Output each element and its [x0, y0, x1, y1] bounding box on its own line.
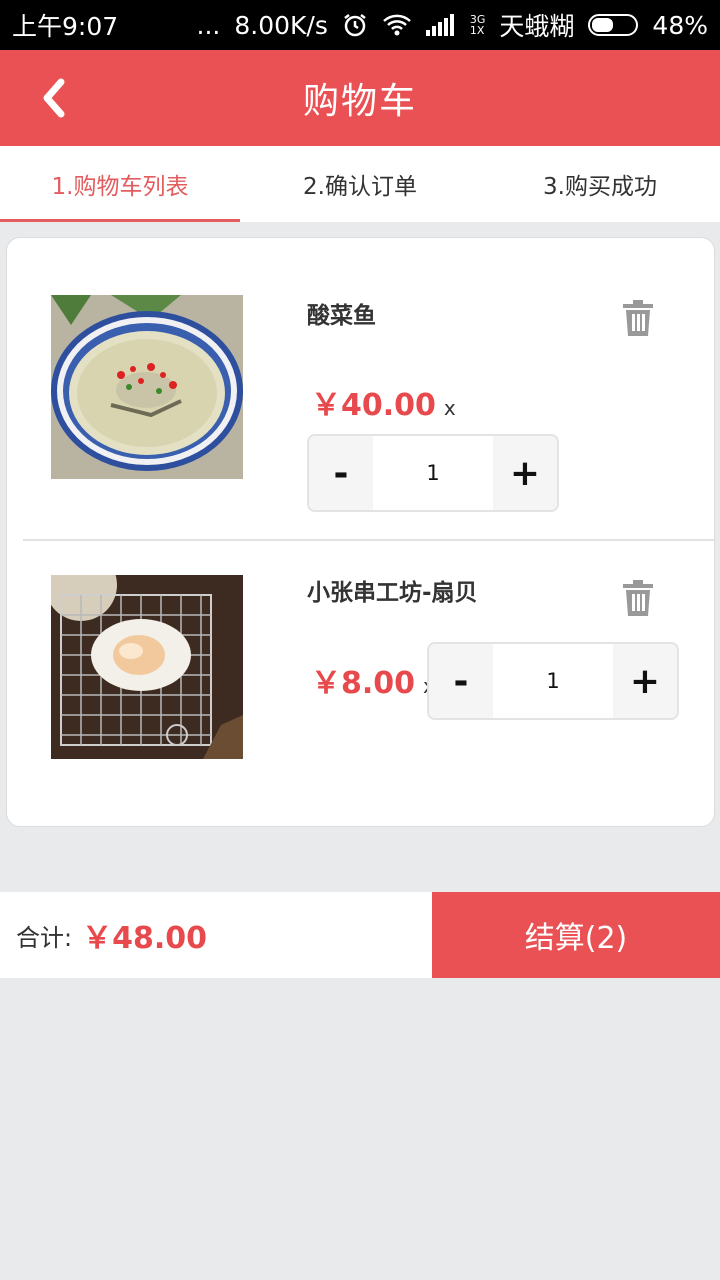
tab-confirm-order[interactable]: 2.确认订单 — [240, 146, 480, 222]
alarm-icon — [342, 12, 368, 38]
total-label: 合计: — [16, 923, 73, 952]
increment-button[interactable]: + — [493, 436, 557, 510]
product-image-pickled-fish[interactable] — [51, 295, 243, 479]
order-total: 合计: ￥48.00 — [0, 892, 432, 978]
increment-button[interactable]: + — [613, 644, 677, 718]
product-name: 小张串工坊-扇贝 — [307, 580, 478, 606]
checkout-button[interactable]: 结算(2) — [432, 892, 720, 978]
checkout-steps: 1.购物车列表 2.确认订单 3.购买成功 — [0, 146, 720, 222]
carrier-name: 天蛾糊 — [499, 12, 575, 41]
quantity-value[interactable]: 1 — [373, 436, 493, 510]
status-bar: 上午9:07 ... 8.00K/s 3G 1X 天蛾糊 48% — [0, 0, 720, 50]
product-price: ￥40.00 x — [311, 388, 456, 423]
quantity-value[interactable]: 1 — [493, 644, 613, 718]
tab-cart-list[interactable]: 1.购物车列表 — [0, 146, 240, 222]
trash-icon[interactable] — [621, 300, 655, 336]
back-button[interactable] — [26, 70, 82, 126]
page-title: 购物车 — [302, 81, 417, 122]
product-image-scallop[interactable] — [51, 575, 243, 759]
app-header: 购物车 — [0, 50, 720, 146]
status-icons: ... 8.00K/s 3G 1X 天蛾糊 48% — [197, 7, 708, 43]
cart-list: 酸菜鱼 ￥40.00 x - 1 + ￥8.00 - 1 + 小张串工坊-扇贝 — [6, 237, 715, 827]
decrement-button[interactable]: - — [309, 436, 373, 510]
quantity-stepper: - 1 + — [307, 434, 559, 512]
trash-icon[interactable] — [621, 580, 655, 616]
status-dots: ... — [196, 10, 221, 40]
network-type: 3G 1X — [469, 13, 486, 37]
product-name: 酸菜鱼 — [307, 303, 376, 329]
chevron-left-icon — [43, 78, 65, 118]
battery-percent: 48% — [652, 10, 708, 40]
wifi-icon — [382, 13, 412, 37]
network-speed: 8.00K/s — [234, 10, 328, 40]
total-value: ￥48.00 — [82, 921, 207, 956]
quantity-stepper: - 1 + — [427, 642, 679, 720]
cart-item: 酸菜鱼 ￥40.00 x - 1 + — [7, 238, 716, 518]
battery-icon — [588, 14, 639, 36]
decrement-button[interactable]: - — [429, 644, 493, 718]
tab-purchase-success[interactable]: 3.购买成功 — [480, 146, 720, 222]
status-time: 上午9:07 — [12, 12, 119, 41]
checkout-bar: 合计: ￥48.00 结算(2) — [0, 892, 720, 978]
product-price: ￥8.00x — [311, 666, 435, 701]
signal-icon — [425, 14, 456, 36]
